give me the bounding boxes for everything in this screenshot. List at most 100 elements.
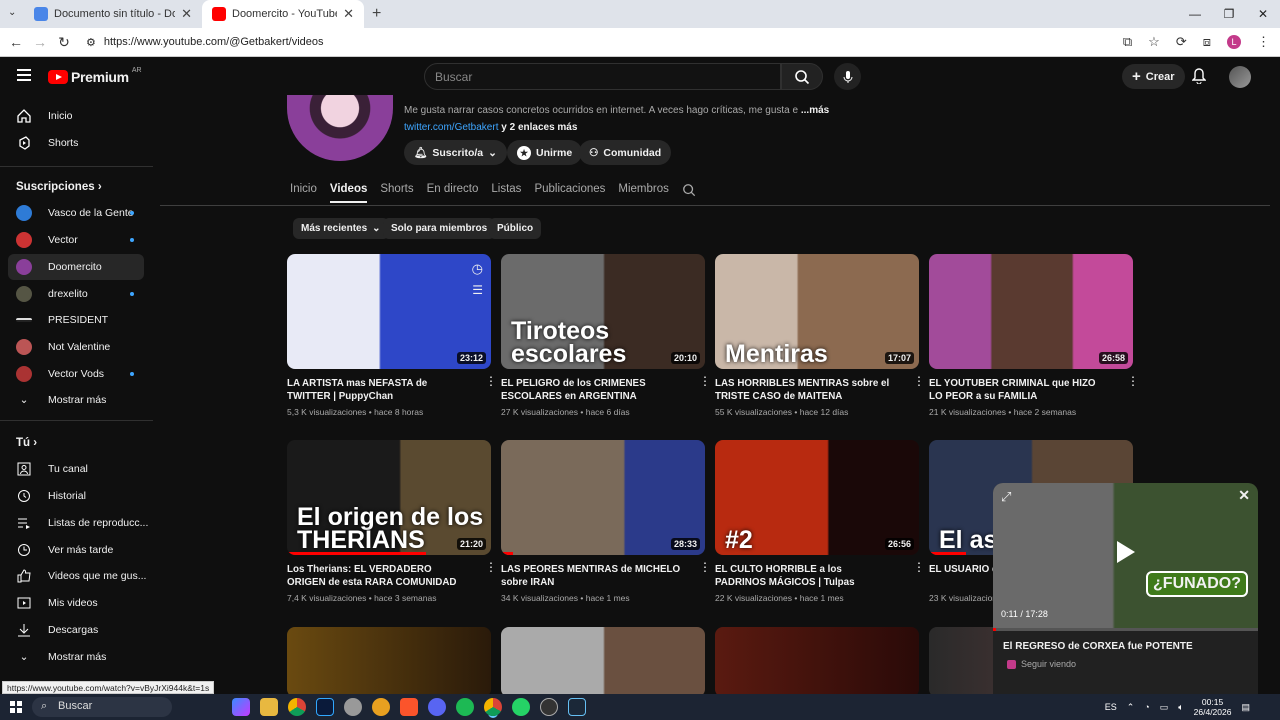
twitter-link[interactable]: twitter.com/Getbakert — [404, 122, 498, 133]
video-thumbnail[interactable]: Mentiras 17:07 — [715, 254, 919, 369]
more-actions-icon[interactable]: ⋮ — [485, 375, 497, 387]
sidebar-item-my-videos[interactable]: Mis videos — [8, 590, 144, 616]
windows-start-icon[interactable] — [10, 701, 22, 713]
sidebar-item-drexelito[interactable]: drexelito — [8, 281, 144, 307]
install-app-icon[interactable]: ⧉ — [1123, 34, 1132, 50]
create-button[interactable]: + Crear — [1122, 64, 1185, 89]
video-title[interactable]: Los Therians: EL VERDADERO ORIGEN de est… — [287, 563, 467, 589]
spotify-icon[interactable] — [456, 698, 474, 716]
search-input[interactable]: Buscar — [424, 63, 781, 90]
sidebar-item-playlists[interactable]: Listas de reproducc... — [8, 510, 148, 536]
video-title[interactable]: LA ARTISTA mas NEFASTA de TWITTER | Pupp… — [287, 377, 467, 403]
miniplayer-progress[interactable] — [993, 628, 1258, 631]
video-title[interactable]: LAS PEORES MENTIRAS de MICHELO sobre IRA… — [501, 563, 681, 589]
more-actions-icon[interactable]: ⋮ — [699, 375, 711, 387]
video-thumbnail[interactable] — [287, 627, 491, 694]
community-button[interactable]: ⚇ Comunidad — [579, 140, 672, 165]
tab-members[interactable]: Miembros — [618, 183, 668, 203]
add-to-queue-icon[interactable]: ☰ — [472, 283, 483, 297]
more-actions-icon[interactable]: ⋮ — [1127, 375, 1139, 387]
video-thumbnail[interactable]: 26:58 — [929, 254, 1133, 369]
reload-icon[interactable]: ↻ — [52, 34, 76, 51]
close-icon[interactable]: ✕ — [1238, 487, 1250, 504]
photoshop-icon[interactable] — [316, 698, 334, 716]
whatsapp-icon[interactable] — [512, 698, 530, 716]
chip-most-recent[interactable]: Más recientes ⌄ — [293, 218, 389, 239]
video-card[interactable]: 28:33 LAS PEORES MENTIRAS de MICHELO sobr… — [501, 440, 711, 603]
battery-icon[interactable]: ▭ — [1160, 702, 1169, 713]
video-thumbnail[interactable]: 23:12 ◷ ☰ — [287, 254, 491, 369]
sidebar-item-doomercito[interactable]: Doomercito — [8, 254, 144, 280]
subscriptions-heading[interactable]: Suscripciones › — [16, 181, 102, 193]
video-title[interactable]: EL PELIGRO de los CRIMENES ESCOLARES en … — [501, 377, 681, 403]
tab-inicio[interactable]: Inicio — [290, 183, 317, 203]
video-card[interactable]: El origen de los THERIANS 21:20 Los Theria… — [287, 440, 497, 603]
sidebar-item-your-channel[interactable]: Tu canal — [8, 456, 144, 482]
profile-avatar[interactable]: L — [1227, 35, 1241, 49]
taskbar-search[interactable]: ⌕ Buscar — [32, 697, 172, 717]
back-icon[interactable]: ← — [4, 34, 28, 50]
tab-videos[interactable]: Videos — [329, 183, 368, 203]
video-title[interactable]: EL CULTO HORRIBLE a los PADRINOS MÁGICOS… — [715, 563, 895, 589]
tab-list-button[interactable]: ⌄ — [8, 7, 16, 18]
video-thumbnail[interactable]: 28:33 — [501, 440, 705, 555]
video-thumbnail[interactable]: #2 26:56 — [715, 440, 919, 555]
channel-description[interactable]: Me gusta narrar casos concretos ocurrido… — [404, 105, 829, 116]
file-explorer-icon[interactable] — [260, 698, 278, 716]
tab-live[interactable]: En directo — [427, 183, 479, 203]
volume-icon[interactable]: 🔈︎ — [1178, 702, 1183, 713]
minimize-icon[interactable]: — — [1178, 7, 1212, 21]
sidebar-item-president[interactable]: PRESIDENT — [8, 307, 144, 333]
youtube-logo[interactable]: Premium AR — [48, 67, 142, 85]
bookmark-star-icon[interactable]: ☆ — [1148, 34, 1160, 50]
close-tab-icon[interactable]: ✕ — [343, 6, 354, 22]
chip-members-only[interactable]: Solo para miembros — [383, 218, 496, 239]
clock[interactable]: 00:15 26/4/2026 — [1194, 697, 1232, 717]
miniplayer[interactable]: ⤢ ✕ ¿FUNADO? 0:11 / 17:28 El REGRESO de … — [993, 483, 1258, 694]
sidebar-item-watch-later[interactable]: Ver más tarde — [8, 537, 144, 563]
video-title[interactable]: LAS HORRIBLES MENTIRAS sobre el TRISTE C… — [715, 377, 895, 403]
voice-search-button[interactable] — [834, 63, 861, 90]
notifications-center-icon[interactable]: ▤ — [1241, 702, 1250, 713]
continue-watching[interactable]: Seguir viendo — [1007, 659, 1076, 669]
notifications-icon[interactable] — [1191, 68, 1207, 89]
play-icon[interactable] — [1117, 541, 1135, 563]
app-icon[interactable] — [372, 698, 390, 716]
more-actions-icon[interactable]: ⋮ — [913, 375, 925, 387]
sidebar-item-show-more-you[interactable]: ⌄ Mostrar más — [8, 644, 144, 670]
more-links[interactable]: y 2 enlaces más — [498, 122, 577, 133]
sidebar-item-shorts[interactable]: Shorts — [8, 130, 144, 156]
expand-icon[interactable]: ⤢ — [1001, 489, 1011, 505]
chevron-up-icon[interactable]: ⌃ — [1127, 702, 1135, 713]
wifi-icon[interactable]: ◔ — [1144, 702, 1149, 712]
site-info-icon[interactable]: ⚙ — [86, 36, 96, 49]
restore-icon[interactable]: ❐ — [1212, 7, 1246, 21]
channel-avatar-large[interactable] — [287, 95, 393, 161]
video-card[interactable]: Tiroteos escolares 20:10 EL PELIGRO de los… — [501, 254, 711, 417]
more-actions-icon[interactable]: ⋮ — [699, 561, 711, 573]
extensions-puzzle-icon[interactable]: ⧈ — [1203, 34, 1211, 50]
sidebar-item-vector-vods[interactable]: Vector Vods — [8, 361, 144, 387]
app-icon[interactable] — [344, 698, 362, 716]
discord-icon[interactable] — [428, 698, 446, 716]
menu-icon[interactable] — [17, 69, 31, 81]
sidebar-item-show-more-subs[interactable]: ⌄ Mostrar más — [8, 387, 144, 413]
search-button[interactable] — [781, 63, 823, 90]
account-avatar[interactable] — [1229, 66, 1251, 88]
forward-icon[interactable]: → — [28, 34, 52, 50]
obs-icon[interactable] — [540, 698, 558, 716]
brave-icon[interactable] — [400, 698, 418, 716]
channel-search-icon[interactable] — [682, 183, 696, 203]
chrome-active-icon[interactable] — [484, 698, 502, 716]
sidebar-item-history[interactable]: Historial — [8, 483, 144, 509]
extension-icon[interactable]: ⟳ — [1176, 34, 1187, 50]
join-button[interactable]: ★ Unirme — [507, 140, 583, 165]
video-card[interactable]: 23:12 ◷ ☰ LA ARTISTA mas NEFASTA de TWITTER… — [287, 254, 497, 417]
video-thumbnail[interactable] — [501, 627, 705, 694]
chrome-icon[interactable] — [288, 698, 306, 716]
tab-playlists[interactable]: Listas — [491, 183, 521, 203]
video-thumbnail[interactable]: El origen de los THERIANS 21:20 — [287, 440, 491, 555]
more-link[interactable]: ...más — [801, 105, 829, 116]
sidebar-item-downloads[interactable]: Descargas — [8, 617, 144, 643]
tab-shorts[interactable]: Shorts — [380, 183, 413, 203]
